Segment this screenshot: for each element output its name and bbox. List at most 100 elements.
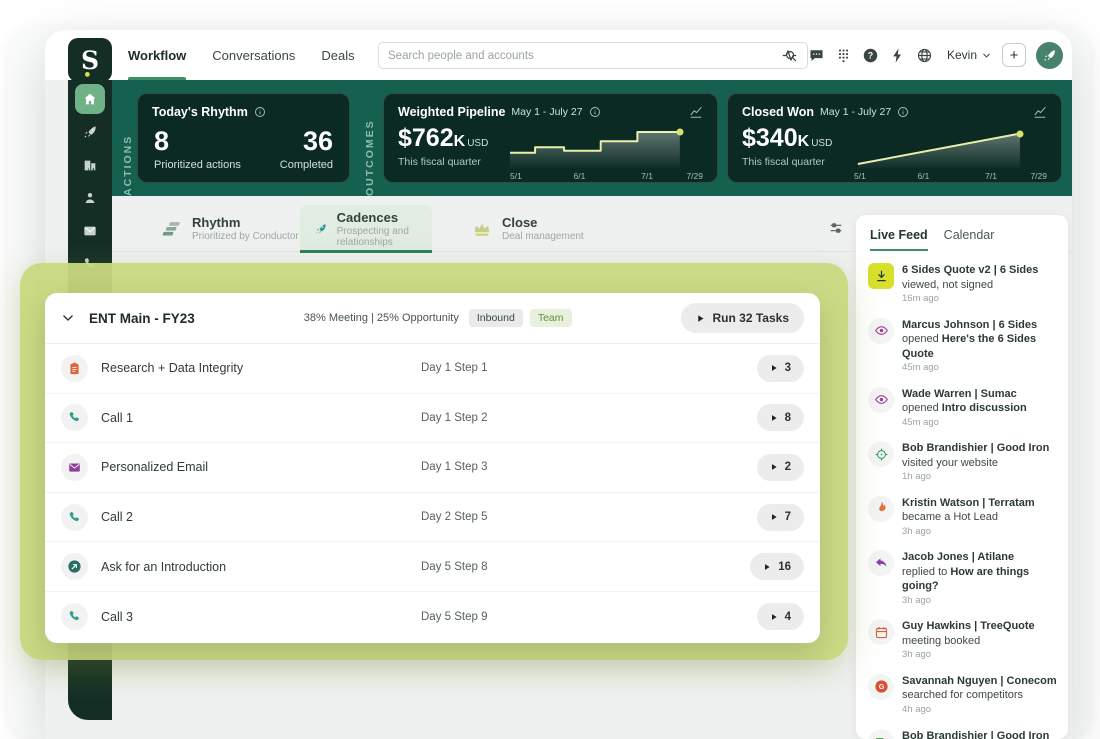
feed-item[interactable]: Marcus Johnson | 6 Sidesopened Here's th… [866, 312, 1060, 381]
sidebar-item-person[interactable] [75, 183, 105, 213]
feed-item-time: 45m ago [902, 362, 1058, 375]
global-search[interactable] [378, 42, 808, 69]
weighted-pipeline-card[interactable]: Weighted Pipeline May 1 - July 27 $762KU… [383, 93, 718, 183]
reply-icon [868, 550, 894, 576]
intro-icon [61, 553, 88, 580]
line-chart-icon[interactable] [1033, 105, 1047, 119]
run-step-button[interactable]: 16 [750, 553, 804, 580]
activity-icon[interactable] [781, 47, 798, 64]
feed-item[interactable]: Kristin Watson | Terratambecame a Hot Le… [866, 490, 1060, 545]
flame-icon [874, 501, 889, 516]
info-icon[interactable] [589, 106, 601, 118]
nav-tab-workflow[interactable]: Workflow [128, 30, 186, 80]
cadence-step-row[interactable]: Call 3Day 5 Step 94 [45, 592, 820, 642]
run-tasks-button[interactable]: Run 32 Tasks [681, 303, 804, 333]
line-chart-icon[interactable] [689, 105, 703, 119]
cadence-steps-list: Research + Data IntegrityDay 1 Step 13Ca… [45, 344, 820, 642]
pipeline-currency: USD [467, 138, 488, 149]
feed-tabs: Live Feed Calendar [856, 215, 1068, 251]
cadence-step-row[interactable]: Call 2Day 2 Step 57 [45, 493, 820, 543]
feed-item[interactable]: GSavannah Nguyen | Conecomsearched for c… [866, 668, 1060, 723]
chat-icon[interactable] [808, 47, 825, 64]
step-task-count: 4 [785, 611, 791, 623]
feed-item[interactable]: Bob Brandishier | Good Ironvisited your … [866, 435, 1060, 490]
target-icon [868, 441, 894, 467]
target-icon [874, 447, 889, 462]
info-icon[interactable] [897, 106, 909, 118]
video-icon [874, 734, 889, 739]
feed-tab-calendar[interactable]: Calendar [944, 228, 995, 251]
search-input[interactable] [388, 50, 776, 62]
sidebar-item-building[interactable] [75, 150, 105, 180]
todays-rhythm-card[interactable]: Today's Rhythm 8 Prioritized actions 36 … [137, 93, 350, 183]
clipboard-icon [67, 361, 82, 376]
app-logo[interactable]: S. [68, 38, 112, 82]
cadence-step-row[interactable]: Personalized EmailDay 1 Step 3 2 [45, 443, 820, 493]
crown-icon [471, 218, 493, 240]
prioritized-label: Prioritized actions [154, 159, 241, 171]
globe-icon[interactable] [916, 47, 933, 64]
x-tick: 5/1 [854, 171, 866, 181]
x-tick: 7/29 [1030, 171, 1047, 181]
cadence-step-row[interactable]: Call 1Day 1 Step 28 [45, 394, 820, 444]
feed-tab-live-feed[interactable]: Live Feed [870, 228, 928, 251]
feed-item-time: 3h ago [902, 649, 1035, 662]
svg-text:?: ? [868, 50, 873, 60]
run-step-button[interactable]: 2 [757, 454, 804, 481]
prioritized-count: 8 [154, 127, 241, 157]
feed-item[interactable]: 6 Sides Quote v2 | 6 Sidesviewed, not si… [866, 257, 1060, 312]
step-title: Call 1 [101, 411, 421, 425]
feed-item[interactable]: Guy Hawkins | TreeQuotemeeting booked3h … [866, 613, 1060, 668]
completed-label: Completed [280, 159, 333, 171]
filter-settings-icon[interactable] [828, 220, 844, 236]
mail-icon [61, 454, 88, 481]
mail-icon [82, 223, 98, 239]
workflow-tab-close[interactable]: CloseDeal management [457, 205, 598, 252]
play-icon [696, 314, 705, 323]
add-button[interactable]: + [1002, 43, 1026, 67]
user-menu[interactable]: Kevin [947, 48, 992, 62]
feed-item-desc: meeting booked [902, 634, 1035, 649]
step-task-count: 16 [778, 561, 791, 573]
step-title: Personalized Email [101, 460, 421, 474]
phone-icon [67, 410, 82, 425]
sidebar-item-rocket[interactable] [75, 117, 105, 147]
tab-sublabel: Prospecting and relationships [337, 226, 418, 248]
run-step-button[interactable]: 7 [757, 504, 804, 531]
step-schedule: Day 5 Step 9 [421, 611, 487, 623]
nav-tab-conversations[interactable]: Conversations [212, 30, 295, 80]
run-step-button[interactable]: 8 [757, 404, 804, 431]
feed-item-time: 3h ago [902, 526, 1035, 539]
nav-tab-deals[interactable]: Deals [321, 30, 354, 80]
sidebar-item-mail[interactable] [75, 216, 105, 246]
run-step-button[interactable]: 4 [757, 603, 804, 630]
rocket-icon [1042, 48, 1057, 63]
help-icon[interactable]: ? [862, 47, 879, 64]
closed-won-card[interactable]: Closed Won May 1 - July 27 $340KUSD This… [727, 93, 1062, 183]
feed-item[interactable]: Bob Brandishier | Good Iron50% Product W… [866, 723, 1060, 739]
cadence-step-row[interactable]: Research + Data IntegrityDay 1 Step 13 [45, 344, 820, 394]
feed-item-desc: became a Hot Lead [902, 510, 1035, 525]
cadence-step-row[interactable]: Ask for an IntroductionDay 5 Step 816 [45, 542, 820, 592]
feed-item[interactable]: Wade Warren | Sumacopened Intro discussi… [866, 381, 1060, 436]
clipboard-icon [61, 355, 88, 382]
calendar-icon [868, 619, 894, 645]
feed-item-text: Jacob Jones | Atilanereplied to How are … [902, 550, 1058, 607]
phone-icon [61, 603, 88, 630]
feed-item[interactable]: Jacob Jones | Atilanereplied to How are … [866, 544, 1060, 613]
avatar[interactable] [1036, 42, 1063, 69]
bolt-icon[interactable] [889, 47, 906, 64]
outcomes-vertical-label: OUTCOMES [364, 80, 376, 196]
run-step-button[interactable]: 3 [757, 355, 804, 382]
workflow-tab-rhythm[interactable]: RhythmPrioritized by Conductor AI [147, 205, 324, 252]
dialpad-icon[interactable] [835, 47, 852, 64]
workflow-tab-cadences[interactable]: CadencesProspecting and relationships [300, 205, 432, 252]
feed-item-desc: opened Here's the 6 Sides Quote [902, 332, 1058, 361]
badge-team: Team [530, 309, 572, 327]
step-schedule: Day 1 Step 3 [421, 461, 487, 473]
pipeline-value: $762 [398, 124, 454, 152]
actions-vertical-label: ACTIONS [122, 80, 134, 196]
chevron-down-icon[interactable] [61, 311, 75, 325]
info-icon[interactable] [254, 106, 266, 118]
sidebar-item-home[interactable] [75, 84, 105, 114]
